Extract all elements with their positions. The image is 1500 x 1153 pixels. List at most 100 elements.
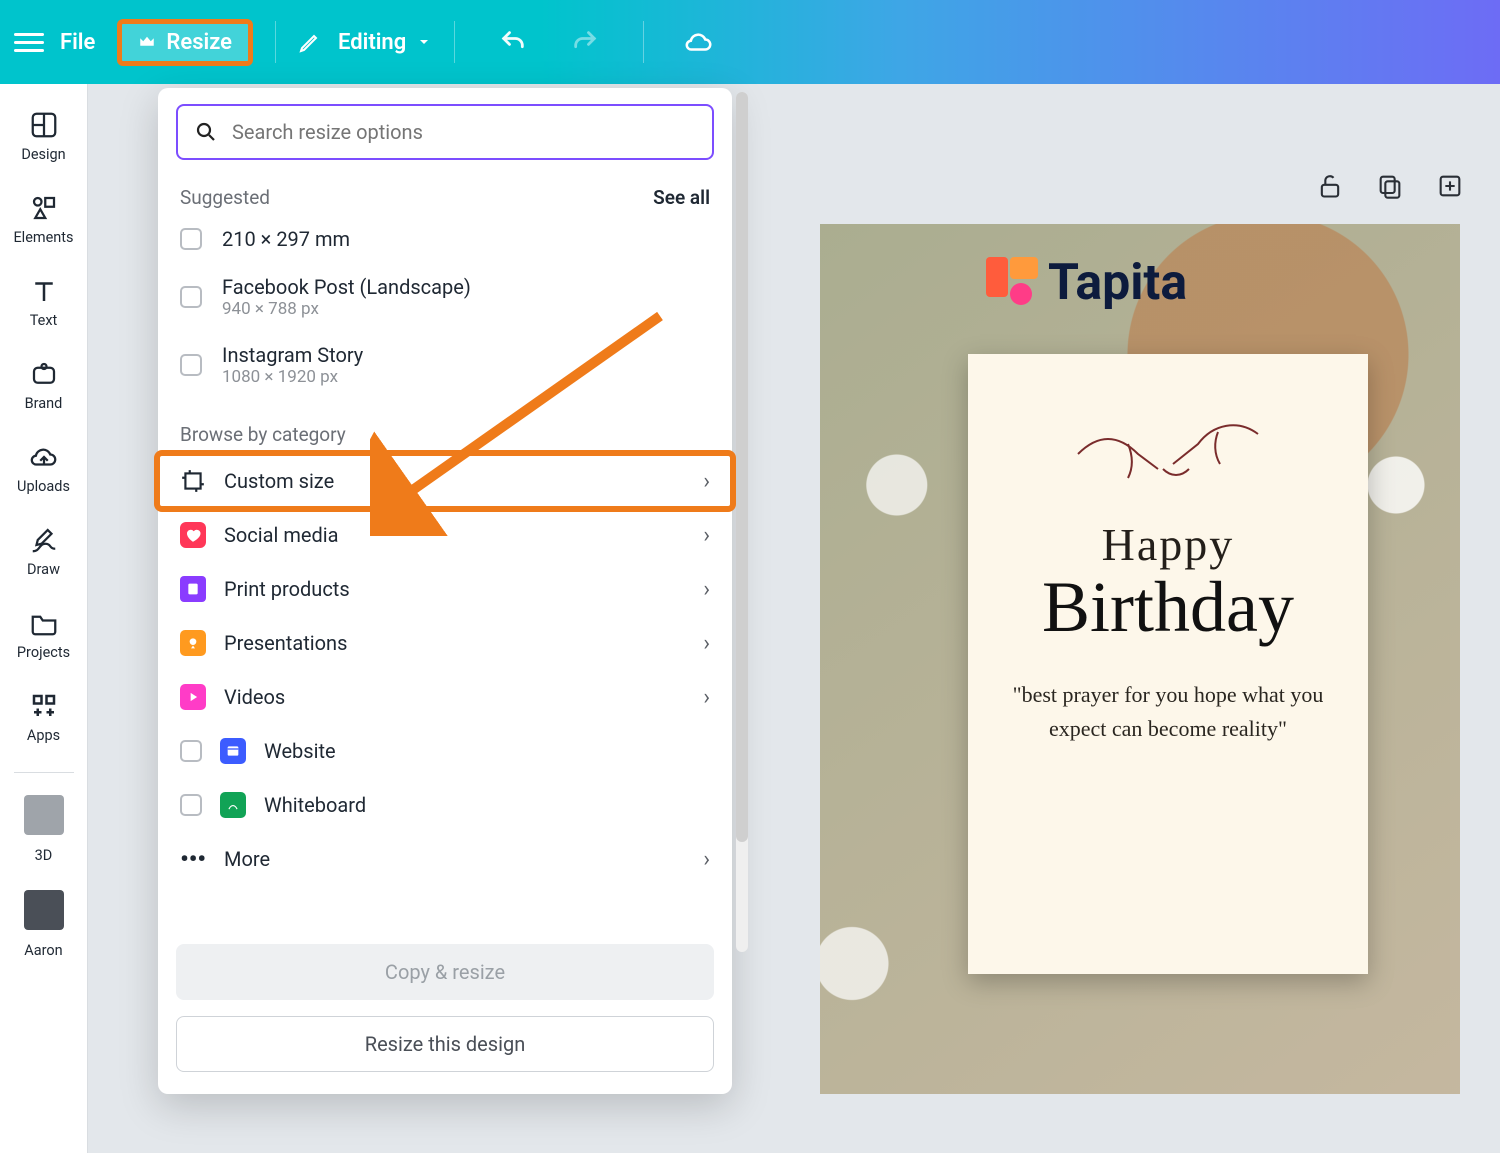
rail-label: Uploads — [17, 478, 70, 495]
redo-button[interactable] — [571, 28, 599, 56]
rail-label: Design — [21, 146, 65, 163]
rail-brand[interactable]: Brand — [8, 351, 80, 426]
category-social-media[interactable]: Social media › — [158, 508, 732, 562]
editing-label: Editing — [338, 30, 406, 55]
option-subtitle: 940 × 788 px — [222, 299, 471, 319]
copy-and-resize-button[interactable]: Copy & resize — [176, 944, 714, 1000]
option-title: Facebook Post (Landscape) — [222, 275, 471, 299]
resize-this-design-button[interactable]: Resize this design — [176, 1016, 714, 1072]
greeting-card[interactable]: Happy Birthday "best prayer for you hope… — [968, 354, 1368, 974]
option-title: 210 × 297 mm — [222, 227, 350, 251]
canvas-quick-actions — [1316, 172, 1464, 200]
rail-label: Elements — [13, 229, 73, 246]
rail-label: Aaron — [24, 942, 62, 959]
rail-label: Draw — [27, 561, 60, 578]
add-page-icon[interactable] — [1436, 172, 1464, 200]
resize-search-field[interactable] — [176, 104, 714, 160]
chevron-right-icon: › — [703, 631, 710, 656]
resize-search-input[interactable] — [232, 120, 696, 144]
side-panel-rail: Design Elements Text Brand Uploads Draw … — [0, 84, 88, 1153]
category-label: Website — [264, 739, 336, 763]
card-quote: "best prayer for you hope what you expec… — [996, 678, 1340, 746]
suggested-option-instagram[interactable]: Instagram Story 1080 × 1920 px — [158, 331, 732, 399]
search-icon — [194, 120, 218, 144]
category-website[interactable]: Website — [158, 724, 732, 778]
checkbox[interactable] — [180, 228, 202, 250]
category-label: Social media — [224, 523, 338, 547]
category-presentations[interactable]: Presentations › — [158, 616, 732, 670]
option-subtitle: 1080 × 1920 px — [222, 367, 363, 387]
unlock-icon[interactable] — [1316, 172, 1344, 200]
duplicate-page-icon[interactable] — [1376, 172, 1404, 200]
category-label: Presentations — [224, 631, 347, 655]
design-canvas[interactable]: Tapita Happy Birthday "best prayer for y… — [820, 224, 1460, 1094]
suggested-option-facebook[interactable]: Facebook Post (Landscape) 940 × 788 px — [158, 263, 732, 331]
toolbar-divider — [275, 21, 276, 63]
rail-app-3d[interactable]: 3D — [8, 791, 80, 878]
cloud-sync-icon[interactable] — [684, 27, 714, 57]
rail-label: Apps — [27, 727, 60, 744]
card-heading-1: Happy — [996, 518, 1340, 571]
video-icon — [180, 684, 206, 710]
app-thumbnail — [24, 890, 64, 930]
draw-icon — [29, 525, 59, 555]
file-menu[interactable]: File — [60, 30, 95, 55]
category-videos[interactable]: Videos › — [158, 670, 732, 724]
resize-dropdown-panel: Suggested See all 210 × 297 mm Facebook … — [158, 88, 732, 1094]
website-icon — [220, 738, 246, 764]
hamburger-menu-icon[interactable] — [14, 28, 44, 57]
category-print-products[interactable]: Print products › — [158, 562, 732, 616]
category-label: Print products — [224, 577, 350, 601]
rail-uploads[interactable]: Uploads — [8, 434, 80, 509]
checkbox[interactable] — [180, 794, 202, 816]
category-custom-size[interactable]: Custom size › — [158, 454, 732, 508]
more-icon: ••• — [180, 846, 206, 872]
option-title: Instagram Story — [222, 343, 363, 367]
whiteboard-icon — [220, 792, 246, 818]
chevron-right-icon: › — [703, 847, 710, 872]
undo-button[interactable] — [499, 28, 527, 56]
checkbox[interactable] — [180, 740, 202, 762]
shapes-icon — [29, 193, 59, 223]
rail-label: 3D — [35, 847, 53, 864]
tapita-mark-icon — [986, 257, 1038, 309]
toolbar-divider — [643, 21, 644, 63]
resize-dropdown-wrap: Suggested See all 210 × 297 mm Facebook … — [158, 88, 748, 1094]
custom-size-icon — [180, 468, 206, 494]
category-label: Videos — [224, 685, 285, 709]
folder-icon — [29, 608, 59, 638]
category-label: Whiteboard — [264, 793, 366, 817]
rail-draw[interactable]: Draw — [8, 517, 80, 592]
rail-label: Brand — [25, 395, 63, 412]
toolbar-divider — [454, 21, 455, 63]
watermark-text: Tapita — [1048, 254, 1187, 312]
rail-apps[interactable]: Apps — [8, 683, 80, 758]
rail-app-aaron[interactable]: Aaron — [8, 886, 80, 973]
rail-text[interactable]: Text — [8, 268, 80, 343]
chevron-right-icon: › — [703, 523, 710, 548]
checkbox[interactable] — [180, 354, 202, 376]
chevron-right-icon: › — [703, 469, 710, 494]
resize-button[interactable]: Resize — [117, 19, 253, 66]
chevron-right-icon: › — [703, 685, 710, 710]
resize-button-label: Resize — [166, 30, 232, 55]
checkbox[interactable] — [180, 286, 202, 308]
rail-elements[interactable]: Elements — [8, 185, 80, 260]
card-heading-2: Birthday — [996, 575, 1340, 640]
watermark-logo: Tapita — [986, 254, 1187, 312]
presentation-icon — [180, 630, 206, 656]
cloud-upload-icon — [29, 442, 59, 472]
category-more[interactable]: ••• More › — [158, 832, 732, 886]
hands-illustration-icon — [1068, 394, 1268, 504]
suggested-option-a4[interactable]: 210 × 297 mm — [158, 215, 732, 263]
heart-icon — [180, 522, 206, 548]
editing-mode-dropdown[interactable]: Editing — [338, 30, 432, 55]
brand-icon — [29, 359, 59, 389]
rail-design[interactable]: Design — [8, 102, 80, 177]
category-whiteboard[interactable]: Whiteboard — [158, 778, 732, 832]
rail-projects[interactable]: Projects — [8, 600, 80, 675]
see-all-link[interactable]: See all — [653, 186, 710, 209]
panel-scrollbar-thumb[interactable] — [736, 92, 748, 842]
rail-label: Projects — [17, 644, 70, 661]
browse-heading: Browse by category — [158, 399, 732, 454]
